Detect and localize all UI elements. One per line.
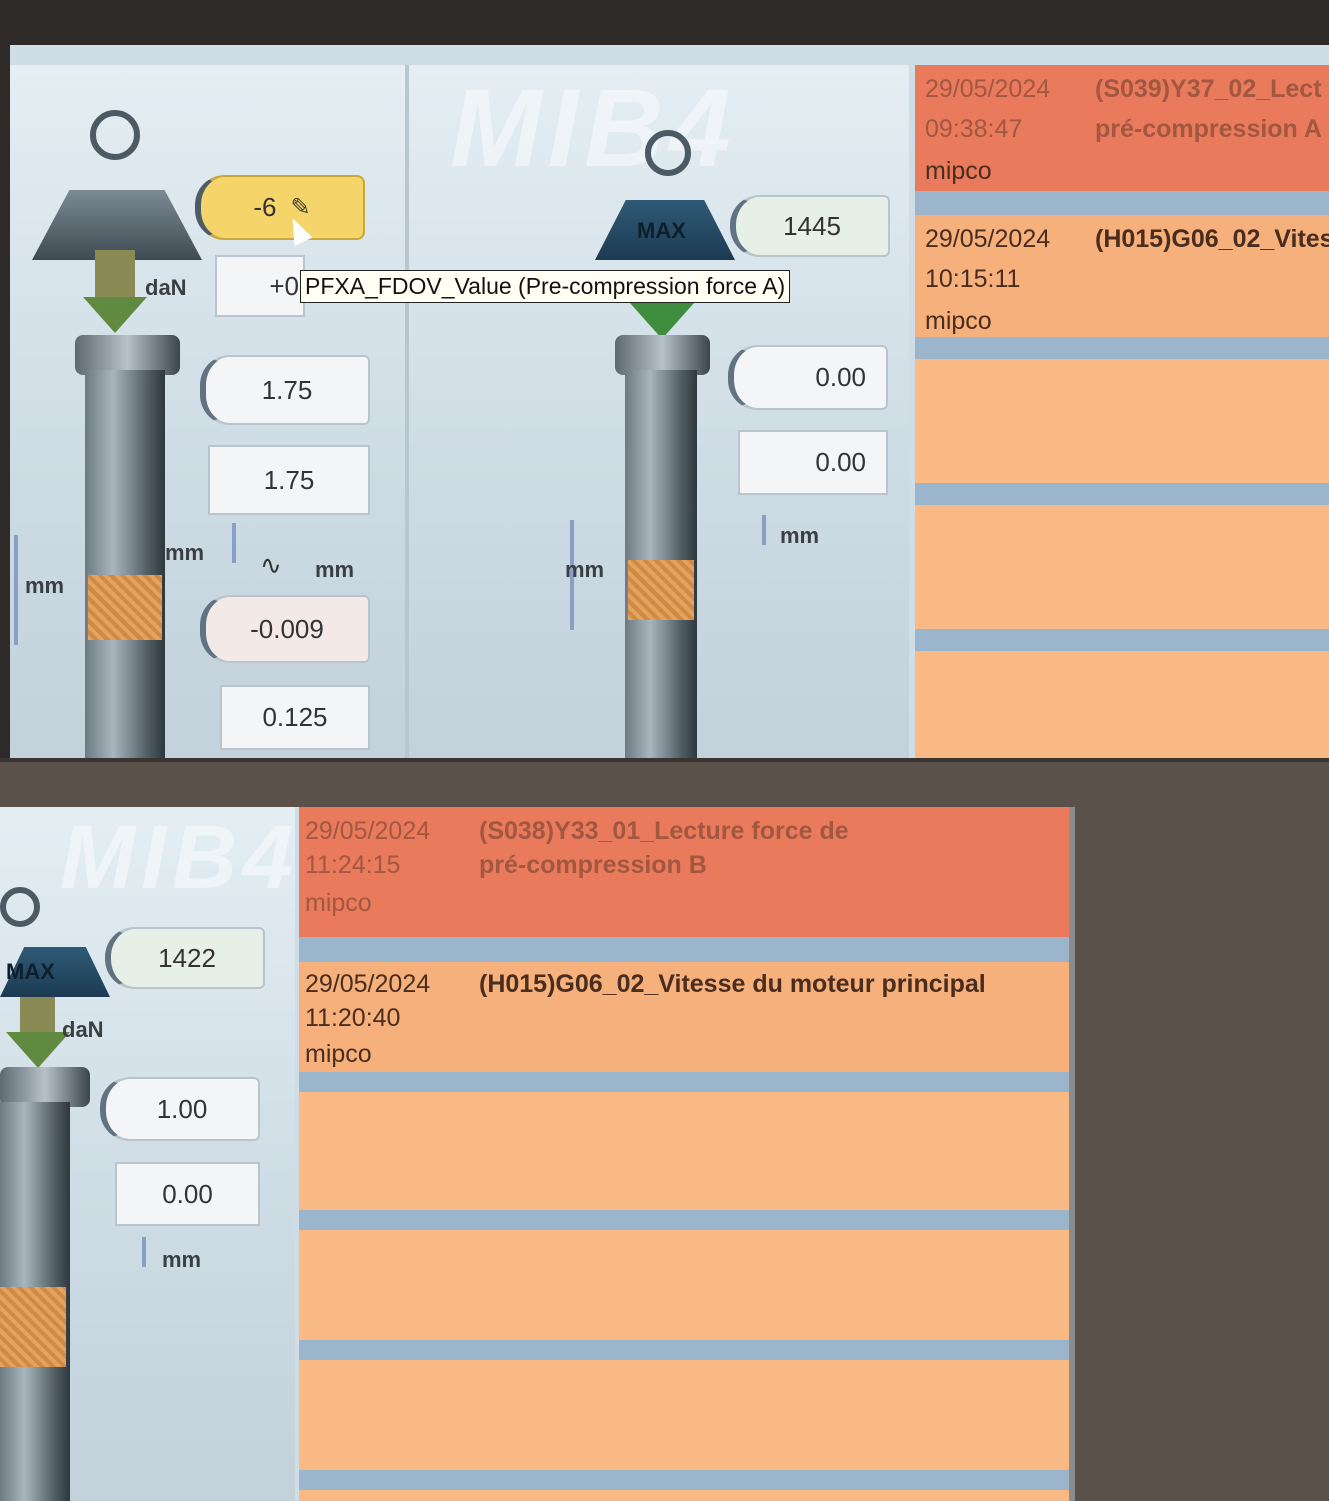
screen-bottom: MIB4 MAX 1422 daN 1.00 0.00 mm 29/05/202…	[0, 807, 1075, 1501]
unit-mm-b-left: mm	[565, 557, 605, 582]
photo-bottom: MIB4 MAX 1422 daN 1.00 0.00 mm 29/05/202…	[0, 762, 1329, 1501]
event-row-empty	[915, 505, 1329, 629]
ruler-b	[142, 1237, 146, 1267]
separator	[915, 191, 1329, 215]
separator	[299, 937, 1069, 962]
deviation-value: -0.009	[250, 613, 324, 644]
force-b-field[interactable]: 1445	[730, 195, 890, 257]
tooltip: PFXA_FDOV_Value (Pre-compression force A…	[300, 270, 791, 303]
ruler-left	[14, 535, 18, 645]
event-time: 10:15:11	[925, 265, 1021, 293]
event-user: mipco	[305, 889, 372, 917]
height-a2-value: 1.75	[263, 464, 315, 495]
event-row-empty	[915, 651, 1329, 758]
event-row[interactable]: 29/05/2024 11:24:15 mipco (S038)Y33_01_L…	[299, 807, 1069, 937]
height-b1-field: 1.00	[100, 1077, 260, 1141]
unit-mm: mm	[162, 1247, 202, 1272]
event-row-empty	[299, 1490, 1069, 1501]
force-a-setpoint-value: +0	[269, 270, 299, 301]
sine-wave-icon: ∿	[260, 550, 282, 580]
event-row-empty	[299, 1360, 1069, 1470]
pillar-cap	[75, 335, 180, 375]
force-b-value: 1445	[783, 210, 841, 241]
weight-icon	[32, 110, 202, 260]
event-list: 29/05/2024 11:24:15 mipco (S038)Y33_01_L…	[299, 807, 1069, 1501]
force-a-unit: daN	[145, 275, 187, 300]
separator	[915, 629, 1329, 651]
force-b-unit: daN	[62, 1017, 104, 1042]
event-user: mipco	[305, 1040, 372, 1068]
event-row-empty	[299, 1092, 1069, 1210]
event-user: mipco	[925, 307, 992, 335]
specimen	[0, 1287, 66, 1367]
specimen	[88, 575, 162, 640]
height-a1-value: 1.75	[261, 374, 313, 405]
event-date: 29/05/2024	[305, 817, 431, 845]
event-message-2: pré-compression A	[1095, 115, 1322, 143]
pillar-cap	[0, 1067, 90, 1107]
height-b1-field: 0.00	[728, 345, 888, 410]
height-b2-value: 0.00	[815, 447, 866, 477]
ruler-b-right	[762, 515, 766, 545]
height-b2-field: 0.00	[738, 430, 888, 495]
event-message: (S039)Y37_02_Lect	[1095, 75, 1322, 103]
event-message: (H015)G06_02_Vitesse du moteur principal	[479, 970, 986, 998]
max-label: MAX	[637, 218, 686, 243]
height-b2-value: 0.00	[162, 1178, 213, 1209]
event-user: mipco	[925, 157, 992, 185]
unit-mm-mid: mm	[165, 540, 205, 565]
height-b1-value: 1.00	[156, 1093, 208, 1124]
event-time: 09:38:47	[925, 115, 1023, 143]
force-b-value: 1422	[158, 942, 216, 973]
down-arrow-icon	[20, 997, 55, 1037]
height-a1-field: 1.75	[200, 355, 370, 425]
height-b1-value: 0.00	[815, 362, 866, 392]
weight-icon: MAX	[0, 887, 120, 997]
pillar-cap	[615, 335, 710, 375]
unit-mm-left: mm	[25, 573, 65, 598]
ruler-mid	[232, 523, 236, 563]
event-message-2: pré-compression B	[479, 851, 707, 879]
down-arrow-icon	[95, 250, 135, 300]
down-arrow-icon	[630, 303, 694, 339]
event-message: (H015)G06_02_Vites	[1095, 225, 1329, 253]
separator	[299, 1470, 1069, 1490]
force-a-field[interactable]: -6 ✎	[195, 175, 365, 240]
down-arrow-head	[6, 1032, 70, 1068]
photo-top: MIB4 -6 ✎ daN +0 PFXA_FDOV_Value (Pre-co…	[0, 0, 1329, 758]
separator	[915, 337, 1329, 359]
event-time: 11:24:15	[305, 851, 401, 879]
event-row[interactable]: 29/05/2024 10:15:11 mipco (H015)G06_02_V…	[915, 215, 1329, 337]
separator	[915, 483, 1329, 505]
separator	[299, 1340, 1069, 1360]
event-date: 29/05/2024	[305, 970, 431, 998]
separator	[299, 1072, 1069, 1092]
unit-mm-wave: mm	[315, 557, 355, 582]
height-b2-field: 0.00	[115, 1162, 260, 1226]
screen-top: MIB4 -6 ✎ daN +0 PFXA_FDOV_Value (Pre-co…	[10, 45, 1329, 758]
max-label: MAX	[6, 959, 55, 984]
unit-mm-b-right: mm	[780, 523, 820, 548]
pillar	[85, 370, 165, 758]
force-a-value: -6	[253, 192, 277, 222]
deviation-field: -0.009	[200, 595, 370, 663]
tolerance-field: 0.125	[220, 685, 370, 750]
specimen	[628, 560, 694, 620]
event-message: (S038)Y33_01_Lecture force de	[479, 817, 849, 845]
event-row-empty	[915, 359, 1329, 483]
event-row[interactable]: 29/05/2024 11:20:40 mipco (H015)G06_02_V…	[299, 962, 1069, 1072]
separator	[299, 1210, 1069, 1230]
down-arrow-head	[83, 297, 147, 333]
force-b-field[interactable]: 1422	[105, 927, 265, 989]
event-row-empty	[299, 1230, 1069, 1340]
event-date: 29/05/2024	[925, 75, 1051, 103]
tolerance-value: 0.125	[262, 702, 328, 732]
event-row[interactable]: 29/05/2024 09:38:47 mipco (S039)Y37_02_L…	[915, 65, 1329, 191]
event-date: 29/05/2024	[925, 225, 1051, 253]
force-a-setpoint: +0	[215, 255, 305, 317]
height-a2-field: 1.75	[208, 445, 370, 515]
weight-icon: MAX	[595, 130, 745, 260]
event-list: 29/05/2024 09:38:47 mipco (S039)Y37_02_L…	[915, 65, 1329, 758]
event-time: 11:20:40	[305, 1004, 401, 1032]
